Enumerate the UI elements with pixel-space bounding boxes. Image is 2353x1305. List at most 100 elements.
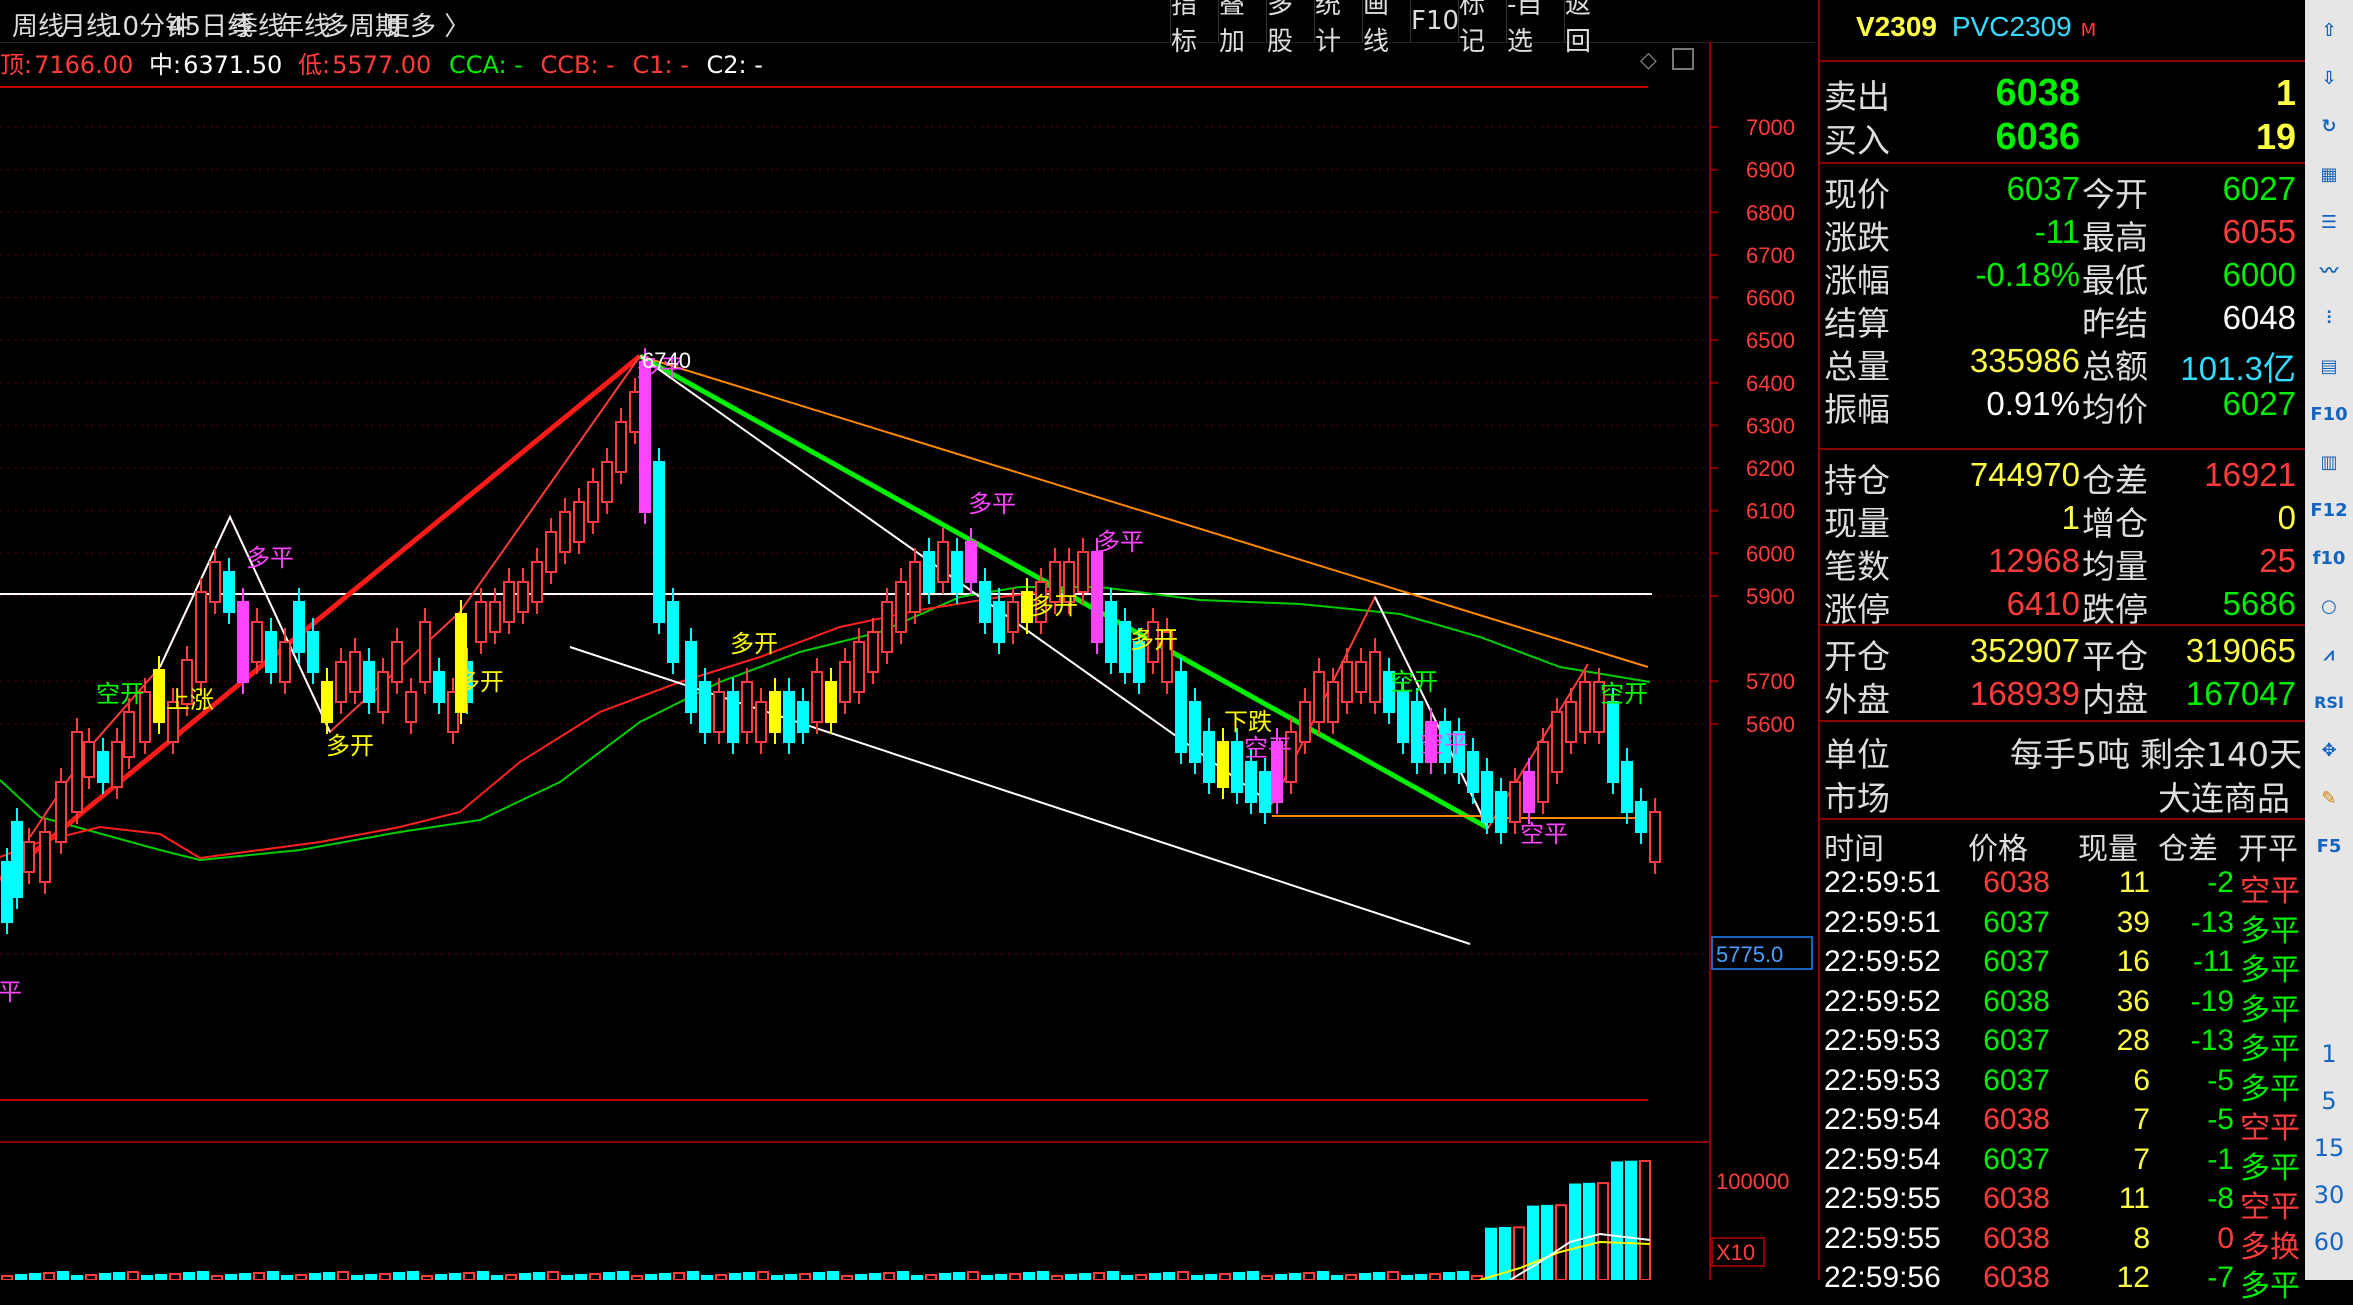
candle-body: [741, 681, 753, 733]
candle-body: [1369, 651, 1381, 703]
volume-bars: [1, 1160, 1651, 1280]
candle-body: [1635, 801, 1647, 833]
statistics-button[interactable]: 统计: [1314, 0, 1363, 57]
price-tick-label: 5600: [1746, 712, 1795, 737]
volume-bar: [57, 1271, 69, 1280]
volume-bar: [407, 1271, 419, 1280]
volume-bar: [575, 1274, 587, 1280]
candle-body: [1509, 781, 1521, 823]
trade-position-diff: -8: [2207, 1182, 2234, 1215]
period-30-button[interactable]: 30: [2305, 1181, 2353, 1209]
panel-divider: [1820, 448, 2307, 450]
f5-icon[interactable]: F5: [2313, 830, 2345, 862]
trade-row[interactable]: 22:59:55 6038 11 -8 空平: [1820, 1180, 2307, 1224]
trade-price: 6038: [1983, 866, 2050, 899]
multi-stock-button[interactable]: 多股: [1266, 0, 1315, 57]
volume-bar: [617, 1271, 629, 1280]
rsi-icon[interactable]: RSI: [2313, 686, 2345, 718]
trade-row[interactable]: 22:59:56 6038 12 -7 多平: [1820, 1259, 2307, 1303]
candle-body: [517, 581, 529, 613]
report-icon[interactable]: ▤: [2313, 350, 2345, 382]
refresh-icon[interactable]: ↻: [2313, 110, 2345, 142]
f10-button[interactable]: F10: [1410, 0, 1459, 42]
buy-price: 6036: [1995, 116, 2080, 158]
pencil-icon[interactable]: ✎: [2313, 782, 2345, 814]
kline-icon[interactable]: ⩘: [2313, 638, 2345, 670]
trade-time: 22:59:52: [1824, 945, 1941, 978]
up-arrow-icon[interactable]: ⇧: [2313, 14, 2345, 46]
volume-bar: [1191, 1275, 1203, 1280]
stat-value: 168939: [1969, 675, 2080, 712]
period-1-button[interactable]: 1: [2305, 1040, 2353, 1068]
circle-icon[interactable]: ○: [2313, 590, 2345, 622]
f10b-icon[interactable]: f10: [2313, 542, 2346, 574]
trade-row[interactable]: 22:59:53 6037 6 -5 多平: [1820, 1062, 2307, 1106]
period-quarterly-button[interactable]: 季线: [232, 6, 284, 43]
trade-position-diff: -13: [2190, 905, 2234, 939]
trade-row[interactable]: 22:59:55 6038 8 0 多换: [1820, 1220, 2307, 1264]
candle-body: [825, 681, 837, 723]
signal-annotation: 多平: [1096, 528, 1144, 556]
period-5-button[interactable]: 5: [2305, 1087, 2353, 1115]
stat-row: 笔数 12968 均量 25: [1820, 538, 2307, 586]
trade-row[interactable]: 22:59:52 6037 16 -11 多平: [1820, 943, 2307, 987]
volume-bar: [1485, 1227, 1497, 1280]
candle-body: [615, 421, 627, 473]
overlay-button[interactable]: 叠加: [1218, 0, 1267, 57]
volume-bar: [435, 1274, 447, 1280]
price-tick-label: 5700: [1746, 669, 1795, 694]
trade-row[interactable]: 22:59:52 6038 36 -19 多平: [1820, 983, 2307, 1027]
volume-bar: [393, 1272, 405, 1280]
trade-row[interactable]: 22:59:53 6037 28 -13 多平: [1820, 1022, 2307, 1066]
trade-price: 6037: [1983, 905, 2050, 939]
draw-line-button[interactable]: 画线: [1362, 0, 1411, 57]
sell-label: 卖出: [1824, 77, 1890, 116]
volume-bar: [631, 1275, 643, 1280]
grid-icon[interactable]: ▥: [2313, 446, 2345, 478]
sell-volume: 1: [2275, 72, 2296, 113]
header-price: 价格: [1968, 832, 2028, 867]
table-icon[interactable]: ▦: [2313, 158, 2345, 190]
trade-row[interactable]: 22:59:51 6037 39 -13 多平: [1820, 904, 2307, 948]
back-button[interactable]: 返回: [1564, 0, 1615, 57]
candle-body: [1105, 601, 1117, 663]
down-arrow-icon[interactable]: ⇩: [2313, 62, 2345, 94]
f10-icon[interactable]: F10: [2310, 398, 2347, 430]
period-monthly-button[interactable]: 月线: [60, 6, 112, 43]
period-60-button[interactable]: 60: [2305, 1228, 2353, 1256]
mark-button[interactable]: 标记: [1458, 0, 1507, 57]
trade-row[interactable]: 22:59:51 6038 11 -2 空平: [1820, 864, 2307, 908]
candle-body: [363, 661, 375, 703]
candle-body: [1175, 671, 1187, 753]
indicator-button[interactable]: 指标: [1170, 0, 1219, 57]
list-icon[interactable]: ☰: [2313, 206, 2345, 238]
volume-bar: [967, 1271, 979, 1280]
candle-body: [653, 461, 665, 623]
candlesticks: [1, 348, 1661, 934]
candle-body: [1313, 671, 1325, 723]
volume-bar: [1163, 1272, 1175, 1280]
volume-bar: [1555, 1204, 1567, 1280]
volume-bar: [547, 1271, 559, 1280]
stat-row: 持仓 744970 仓差 16921: [1820, 452, 2307, 500]
candle-body: [455, 613, 467, 713]
volume-bar: [1401, 1275, 1413, 1280]
f12-icon[interactable]: F12: [2310, 494, 2347, 526]
kline-chart[interactable]: 7000 6900 6800 6700 6600 6500 6400 6300 6200 6100…: [0, 42, 1815, 1280]
watchlist-button[interactable]: -自选: [1506, 0, 1565, 57]
volume-bar: [1303, 1272, 1315, 1280]
more-menu-button[interactable]: 更多 〉: [384, 6, 470, 43]
period-weekly-button[interactable]: 周线: [12, 6, 64, 43]
period-15-button[interactable]: 15: [2305, 1134, 2353, 1162]
move-icon[interactable]: ✥: [2313, 734, 2345, 766]
line-chart-icon[interactable]: 〰: [2313, 254, 2345, 286]
trade-position-diff: -13: [2190, 1024, 2234, 1057]
trade-row[interactable]: 22:59:54 6037 7 -1 多平: [1820, 1141, 2307, 1185]
volume-bar: [897, 1271, 909, 1280]
stat-value: 0: [2277, 499, 2296, 536]
volume-bar: [253, 1272, 265, 1280]
trade-time: 22:59:53: [1824, 1024, 1941, 1057]
candle-chart-icon[interactable]: ⫶: [2313, 302, 2345, 334]
trade-row[interactable]: 22:59:54 6038 7 -5 空平: [1820, 1101, 2307, 1145]
volume-bar: [1051, 1275, 1063, 1280]
